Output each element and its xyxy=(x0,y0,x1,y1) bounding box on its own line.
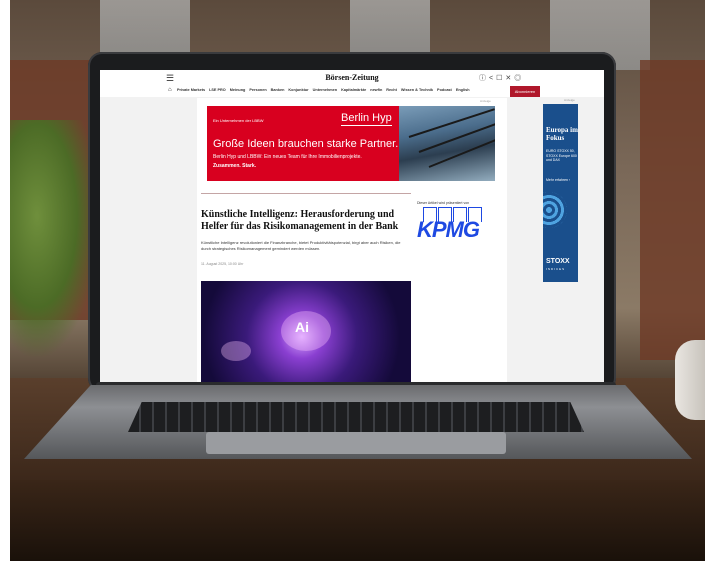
side-ad-graphic xyxy=(543,192,567,228)
desk-edge xyxy=(10,480,705,561)
ad-headline: Große Ideen brauchen starke Partner. xyxy=(213,138,399,150)
nav-item[interactable]: Banken xyxy=(271,88,285,92)
sponsor-label: Dieser Artikel wird präsentiert von xyxy=(417,201,470,205)
coffee-cup xyxy=(675,340,705,420)
nav-item[interactable]: Kapitalmärkte xyxy=(341,88,366,92)
oar xyxy=(428,136,495,168)
nav-item[interactable]: Unternehmen xyxy=(313,88,337,92)
background-window xyxy=(100,0,190,60)
main-nav: ⌂ Private Markets LSE PRO Meinung Person… xyxy=(100,86,604,97)
user-icon[interactable]: ◎ xyxy=(514,75,524,82)
bookmark-icon[interactable]: ☐ xyxy=(496,75,505,82)
nav-item[interactable]: Private Markets xyxy=(177,88,205,92)
nav-item[interactable]: Podcast xyxy=(437,88,452,92)
subscribe-button[interactable]: Abonnieren xyxy=(510,86,540,97)
glow xyxy=(221,341,251,361)
stoxx-sub: INDICES xyxy=(546,267,566,271)
ad-brand: Berlin Hyp xyxy=(341,112,392,126)
article-date: 11. August 2025, 10:00 Uhr xyxy=(201,262,244,266)
side-ad-link[interactable]: Mehr erfahren › xyxy=(546,178,570,182)
ad-subline: Berlin Hyp und LBBW: Ein neues Team für … xyxy=(213,154,362,160)
ad-label: Anzeige xyxy=(480,99,491,103)
article-image[interactable]: Ai xyxy=(201,281,411,382)
nav-item[interactable]: Personen xyxy=(249,88,266,92)
ad-tagline: Zusammen. Stark. xyxy=(213,163,257,169)
oar xyxy=(408,108,495,138)
article-teaser: Künstliche Intelligenz revolutioniert di… xyxy=(201,240,401,251)
site-logo[interactable]: Börsen-Zeitung xyxy=(100,73,604,82)
stoxx-side-ad[interactable]: Europa im Fokus EURO STOXX 50, STOXX Eur… xyxy=(543,104,578,282)
site-header: ☰ Börsen-Zeitung ⓘ<☐✕◎ xyxy=(100,70,604,87)
brick-wall xyxy=(640,60,705,360)
laptop-screen: ☰ Börsen-Zeitung ⓘ<☐✕◎ ⌂ Private Markets… xyxy=(100,70,604,382)
kpmg-logo[interactable]: KPMG xyxy=(417,207,502,242)
header-icons[interactable]: ⓘ<☐✕◎ xyxy=(479,73,524,83)
nav-item[interactable]: Konjunktur xyxy=(288,88,308,92)
nav-items: Private Markets LSE PRO Meinung Personen… xyxy=(177,88,470,92)
side-ad-title: Europa im Fokus xyxy=(546,126,578,142)
oar xyxy=(418,120,495,153)
nav-item[interactable]: LSE PRO xyxy=(209,88,226,92)
berlin-hyp-ad[interactable]: Ein Unternehmen der LBBW Berlin Hyp Groß… xyxy=(207,106,495,181)
kpmg-wordmark: KPMG xyxy=(417,217,480,242)
side-ad-body: EURO STOXX 50, STOXX Europe 600 und DAX xyxy=(546,149,577,162)
home-icon[interactable]: ⌂ xyxy=(168,87,172,93)
plant xyxy=(10,120,100,360)
stoxx-brand: STOXX xyxy=(546,258,570,265)
nav-item[interactable]: Recht xyxy=(386,88,397,92)
x-icon[interactable]: ✕ xyxy=(505,75,514,82)
rowing-photo xyxy=(399,106,495,181)
article-divider xyxy=(201,193,411,194)
nav-item[interactable]: Wissen & Technik xyxy=(401,88,433,92)
nav-item[interactable]: English xyxy=(456,88,470,92)
ad-top-line: Ein Unternehmen der LBBW xyxy=(213,118,264,123)
side-ad-label: Anzeige xyxy=(564,98,575,102)
ai-chip-label: Ai xyxy=(295,319,309,335)
article-headline[interactable]: Künstliche Intelligenz: Herausforderung … xyxy=(201,209,411,233)
background-window xyxy=(350,0,430,55)
nav-item[interactable]: newfin xyxy=(370,88,382,92)
laptop-keyboard xyxy=(128,402,584,432)
laptop-trackpad xyxy=(206,432,506,454)
info-icon[interactable]: ⓘ xyxy=(479,75,489,82)
nav-item[interactable]: Meinung xyxy=(230,88,246,92)
